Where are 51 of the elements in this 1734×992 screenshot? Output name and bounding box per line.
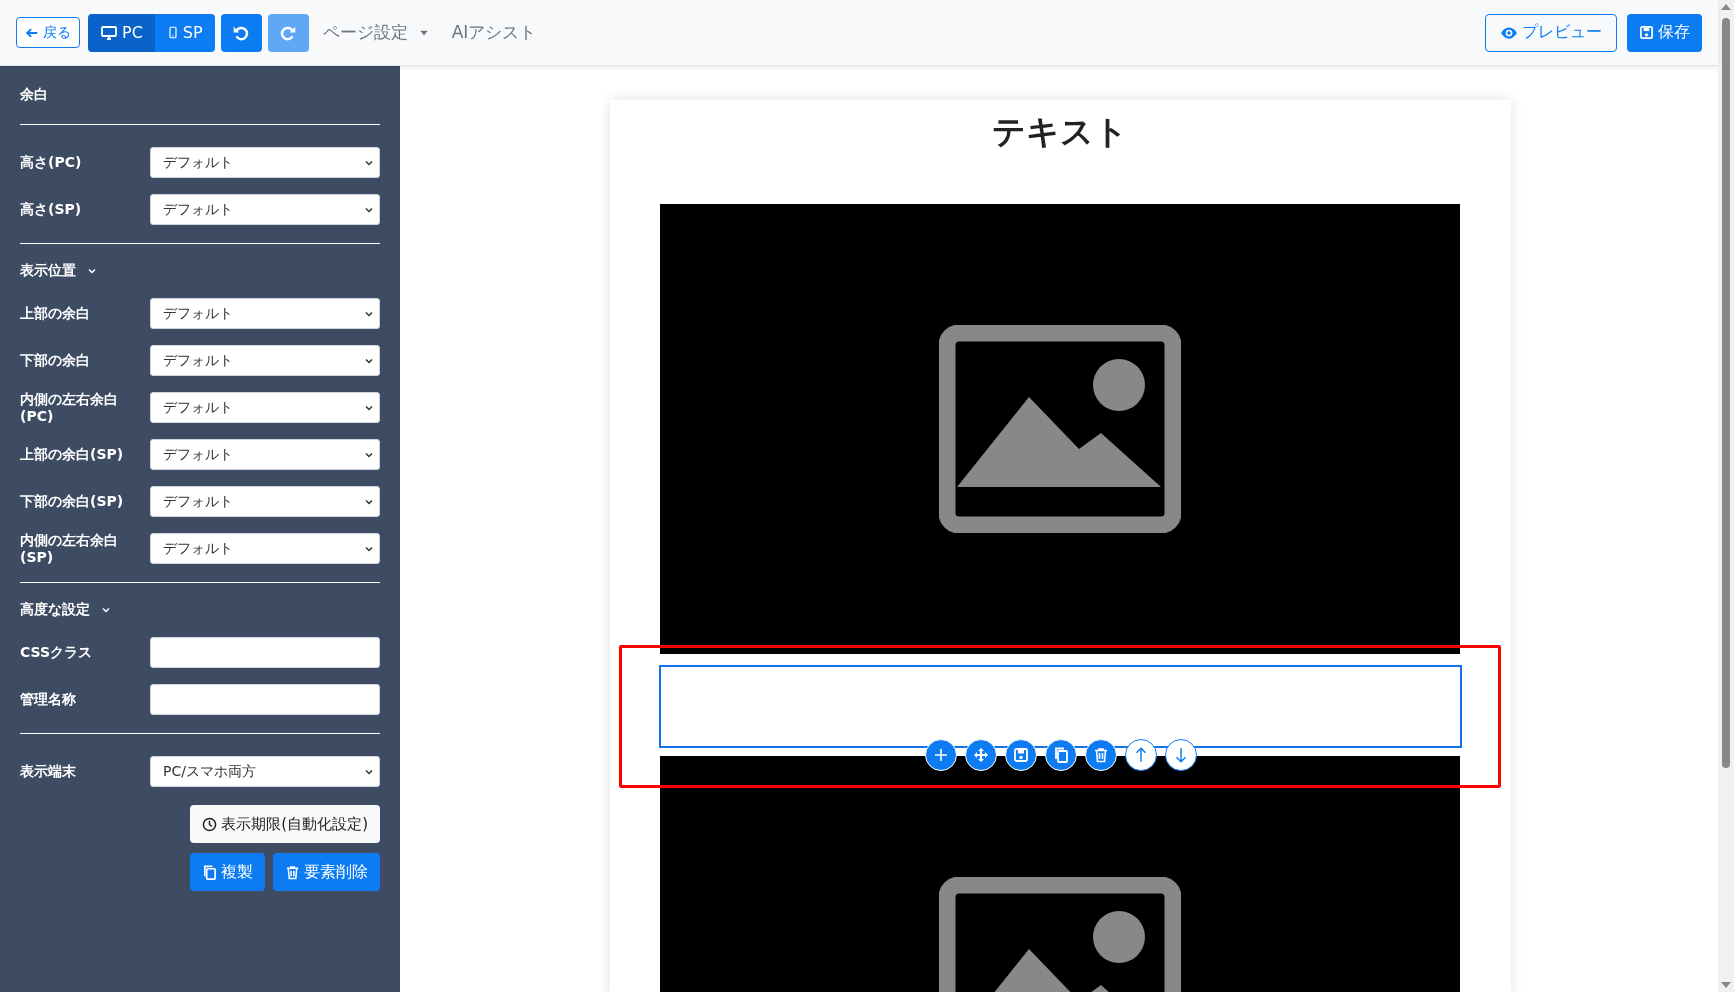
field-label: CSSクラス — [20, 644, 94, 661]
field-label: 内側の左右余白(SP) — [20, 532, 119, 565]
field-label: 管理名称 — [20, 691, 77, 708]
trash-icon — [285, 864, 300, 880]
select-field[interactable]: デフォルト — [150, 392, 380, 423]
scrollbar[interactable] — [1718, 0, 1734, 992]
field-label: 下部の余白 — [20, 352, 91, 369]
text-input[interactable] — [150, 684, 380, 715]
text-input[interactable] — [150, 637, 380, 668]
preview-button[interactable]: プレビュー — [1485, 13, 1617, 52]
field-label: 高さ(PC) — [20, 154, 83, 171]
field-label: 上部の余白(SP) — [20, 446, 125, 463]
copy-icon — [1053, 747, 1069, 763]
select-field[interactable]: デフォルト — [150, 147, 380, 178]
field-label: 内側の左右余白(PC) — [20, 391, 119, 424]
monitor-icon — [100, 24, 118, 41]
select-field[interactable]: デフォルト — [150, 533, 380, 564]
select-field[interactable]: PC/スマホ両方 — [150, 756, 380, 787]
device-tab[interactable]: SP — [154, 13, 215, 52]
image-placeholder-icon — [939, 325, 1181, 533]
field-label: 高さ(SP) — [20, 201, 83, 218]
device-tab[interactable]: PC — [88, 13, 155, 52]
field-label: 下部の余白(SP) — [20, 493, 125, 510]
section-title[interactable]: 表示位置 — [20, 262, 76, 280]
back-button[interactable]: 戻る — [16, 17, 80, 48]
move-icon — [973, 747, 989, 763]
ai-assist-link[interactable]: AIアシスト — [443, 13, 545, 52]
trash-icon — [1093, 747, 1109, 763]
select-field[interactable]: デフォルト — [150, 298, 380, 329]
schedule-button[interactable]: 表示期限(自動化設定) — [190, 805, 380, 843]
undo-button[interactable] — [220, 13, 262, 52]
field-label: 上部の余白 — [20, 305, 91, 322]
select-field[interactable]: デフォルト — [150, 439, 380, 470]
page-settings-menu[interactable]: ページ設定 — [314, 13, 438, 52]
select-field[interactable]: デフォルト — [150, 194, 380, 225]
section-title[interactable]: 高度な設定 — [20, 601, 90, 619]
duplicate-button[interactable]: 複製 — [190, 853, 265, 891]
image-block[interactable] — [660, 204, 1460, 654]
copy-icon — [202, 864, 217, 880]
back-arrow-icon — [25, 25, 39, 40]
clock-icon — [202, 816, 218, 832]
select-field[interactable]: デフォルト — [150, 345, 380, 376]
section-title: 余白 — [20, 86, 48, 104]
delete-button[interactable]: 要素削除 — [273, 853, 380, 891]
field-label: 表示端末 — [20, 763, 77, 780]
plus-icon — [933, 747, 949, 763]
page-title: テキスト — [992, 111, 1128, 153]
smartphone-icon — [166, 24, 179, 41]
spacer-block[interactable] — [658, 665, 1462, 748]
select-field[interactable]: デフォルト — [150, 486, 380, 517]
save-button[interactable]: 保存 — [1627, 13, 1702, 52]
